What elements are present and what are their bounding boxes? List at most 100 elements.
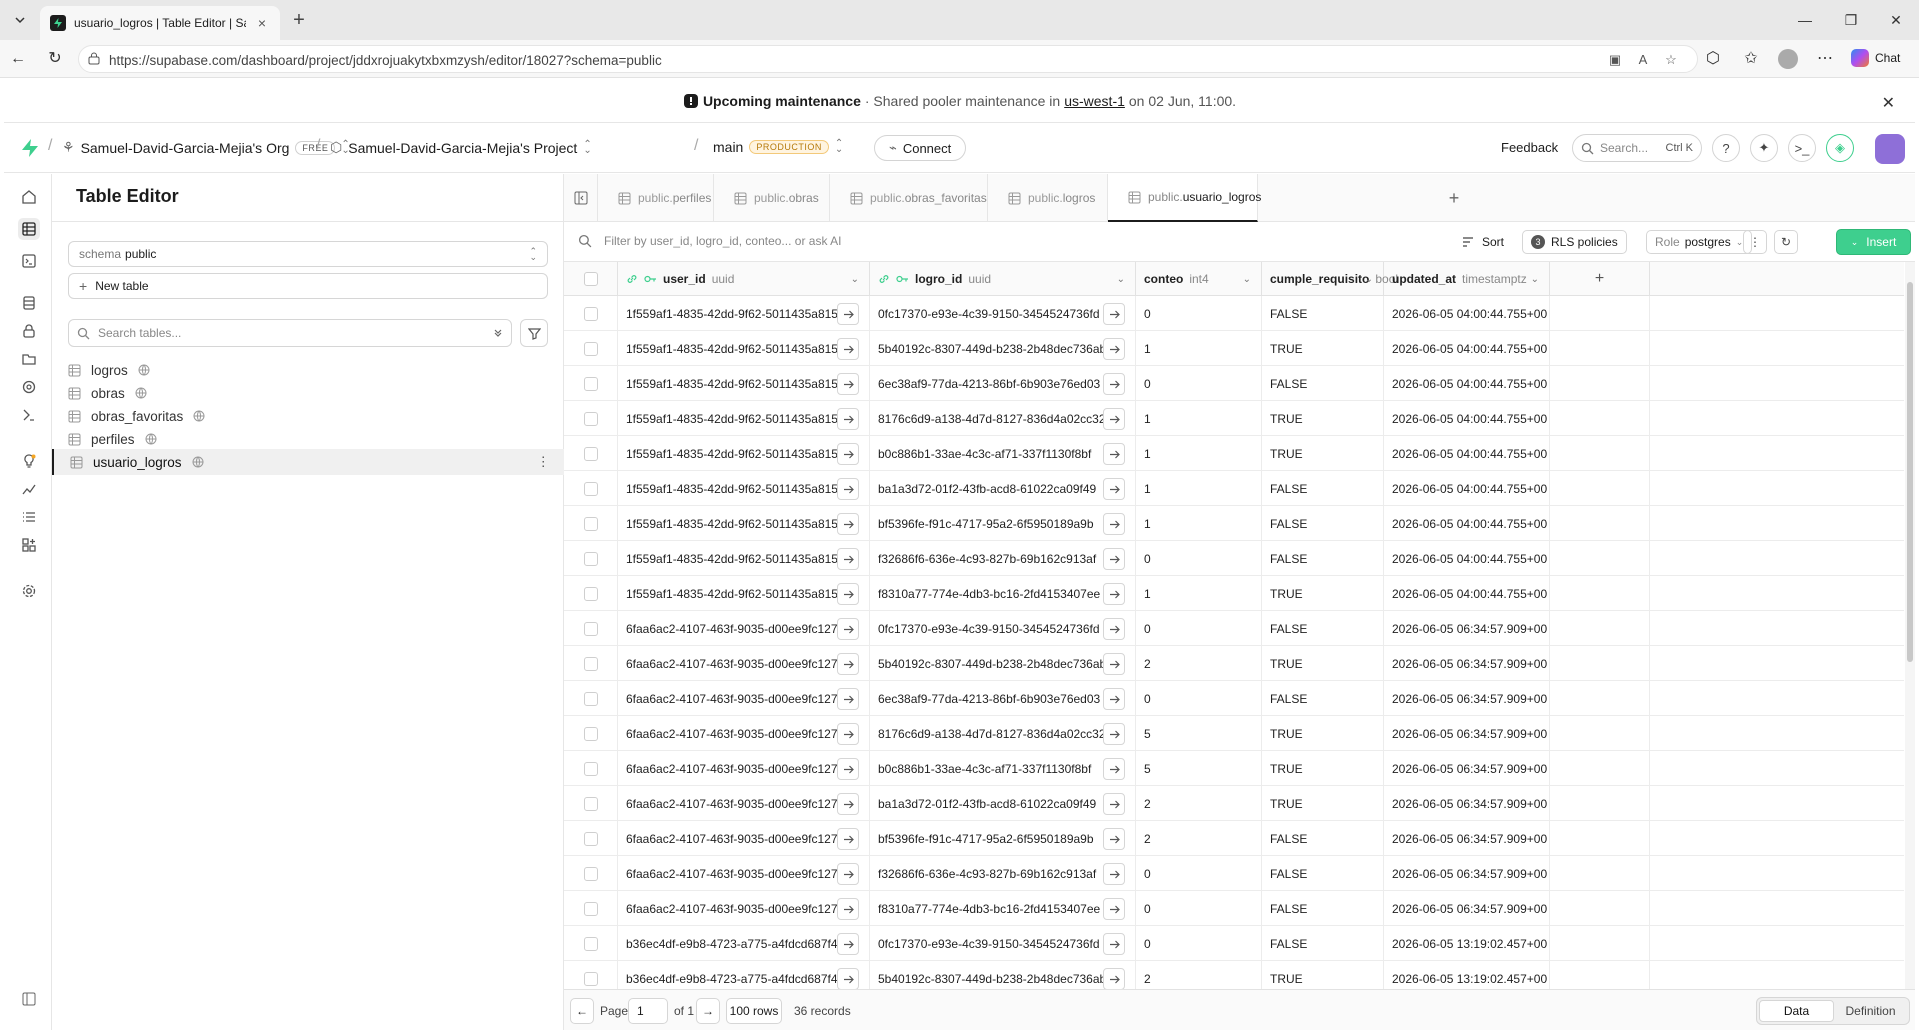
cell-updated_at[interactable]: 2026-06-05 06:34:57.909+00 — [1384, 646, 1550, 681]
arrow-right-icon[interactable] — [837, 618, 859, 640]
cell-user_id[interactable]: 6faa6ac2-4107-463f-9035-d00ee9fc1277 — [618, 821, 870, 856]
cell-logro_id[interactable]: 5b40192c-8307-449d-b238-2b48dec736ab — [870, 331, 1136, 366]
cell-conteo[interactable]: 2 — [1136, 646, 1262, 681]
table-row[interactable]: 1f559af1-4835-42dd-9f62-5011435a815c 6ec3… — [564, 366, 1904, 401]
cell-logro_id[interactable]: f32686f6-636e-4c93-827b-69b162c913af — [870, 856, 1136, 891]
cell-updated_at[interactable]: 2026-06-05 13:19:02.457+00 — [1384, 926, 1550, 961]
arrow-right-icon[interactable] — [1103, 303, 1125, 325]
chevron-down-icon[interactable]: ⌄ — [1365, 274, 1373, 285]
cell-updated_at[interactable]: 2026-06-05 04:00:44.755+00 — [1384, 331, 1550, 366]
arrow-right-icon[interactable] — [837, 758, 859, 780]
cell-logro_id[interactable]: 6ec38af9-77da-4213-86bf-6b903e76ed03 — [870, 681, 1136, 716]
cell-user_id[interactable]: b36ec4df-e9b8-4723-a775-a4fdcd687f4e — [618, 926, 870, 961]
address-bar[interactable]: https://supabase.com/dashboard/project/j… — [78, 45, 1698, 73]
view-data-tab[interactable]: Data — [1759, 1000, 1834, 1022]
arrow-right-icon[interactable] — [837, 513, 859, 535]
storage-icon[interactable] — [18, 348, 40, 370]
cell-conteo[interactable]: 0 — [1136, 611, 1262, 646]
arrow-right-icon[interactable] — [1103, 863, 1125, 885]
row-checkbox[interactable] — [583, 621, 598, 636]
arrow-right-icon[interactable] — [837, 723, 859, 745]
new-tab-icon[interactable]: + — [288, 10, 310, 32]
tab-usuario_logros[interactable]: public.usuario_logros — [1108, 174, 1261, 222]
table-row[interactable]: 1f559af1-4835-42dd-9f62-5011435a815c bf53… — [564, 506, 1904, 541]
arrow-right-icon[interactable] — [837, 933, 859, 955]
vertical-scrollbar[interactable] — [1905, 262, 1915, 989]
cell-conteo[interactable]: 2 — [1136, 961, 1262, 989]
cell-conteo[interactable]: 1 — [1136, 506, 1262, 541]
cell-cumple_requisito[interactable]: TRUE — [1262, 436, 1384, 471]
refresh-icon[interactable]: ↻ — [1774, 230, 1798, 254]
cell-logro_id[interactable]: b0c886b1-33ae-4c3c-af71-337f1130f8bf — [870, 751, 1136, 786]
tab-obras_favoritas[interactable]: public.obras_favoritas — [830, 174, 988, 222]
cell-logro_id[interactable]: f8310a77-774e-4db3-bc16-2fd4153407ee — [870, 891, 1136, 926]
view-definition-tab[interactable]: Definition — [1834, 1000, 1907, 1022]
tab-obras[interactable]: public.obras — [714, 174, 830, 222]
cell-user_id[interactable]: 6faa6ac2-4107-463f-9035-d00ee9fc1277 — [618, 716, 870, 751]
feedback-button[interactable]: Feedback — [1501, 140, 1558, 155]
cell-updated_at[interactable]: 2026-06-05 06:34:57.909+00 — [1384, 786, 1550, 821]
reports-icon[interactable] — [18, 478, 40, 500]
reload-icon[interactable]: ↻ — [45, 49, 65, 69]
cell-cumple_requisito[interactable]: FALSE — [1262, 856, 1384, 891]
role-select[interactable]: Role postgres ⌄ — [1646, 230, 1753, 254]
cell-conteo[interactable]: 5 — [1136, 716, 1262, 751]
integrations-icon[interactable] — [18, 534, 40, 556]
table-row[interactable]: 6faa6ac2-4107-463f-9035-d00ee9fc1277 f831… — [564, 891, 1904, 926]
arrow-right-icon[interactable] — [1103, 793, 1125, 815]
cell-conteo[interactable]: 0 — [1136, 541, 1262, 576]
banner-region-link[interactable]: us-west-1 — [1064, 93, 1125, 109]
arrow-right-icon[interactable] — [1103, 338, 1125, 360]
tab-logros[interactable]: public.logros — [988, 174, 1108, 222]
arrow-right-icon[interactable] — [1103, 723, 1125, 745]
cell-conteo[interactable]: 0 — [1136, 296, 1262, 331]
row-checkbox[interactable] — [583, 306, 598, 321]
row-checkbox[interactable] — [583, 656, 598, 671]
arrow-right-icon[interactable] — [837, 303, 859, 325]
cell-logro_id[interactable]: 6ec38af9-77da-4213-86bf-6b903e76ed03 — [870, 366, 1136, 401]
cell-cumple_requisito[interactable]: TRUE — [1262, 646, 1384, 681]
add-tab-icon[interactable]: + — [1444, 188, 1464, 208]
back-icon[interactable]: ← — [8, 49, 28, 69]
arrow-right-icon[interactable] — [837, 793, 859, 815]
tab-list-icon[interactable] — [8, 8, 32, 32]
cell-cumple_requisito[interactable]: TRUE — [1262, 331, 1384, 366]
rows-per-page-button[interactable]: 100 rows — [726, 998, 782, 1024]
favorites-icon[interactable]: ✩ — [1741, 49, 1761, 69]
home-icon[interactable] — [18, 186, 40, 208]
row-checkbox[interactable] — [583, 691, 598, 706]
project-breadcrumb[interactable]: ⬡ Samuel-David-Garcia-Mejia's Project ⌃ ⌄ — [330, 139, 592, 156]
close-banner-icon[interactable]: ✕ — [1882, 93, 1895, 113]
table-row[interactable]: 1f559af1-4835-42dd-9f62-5011435a815c 5b40… — [564, 331, 1904, 366]
cell-user_id[interactable]: 1f559af1-4835-42dd-9f62-5011435a815c — [618, 506, 870, 541]
cell-cumple_requisito[interactable]: FALSE — [1262, 296, 1384, 331]
cell-user_id[interactable]: 1f559af1-4835-42dd-9f62-5011435a815c — [618, 331, 870, 366]
profile-avatar[interactable] — [1778, 49, 1798, 69]
cell-cumple_requisito[interactable]: FALSE — [1262, 506, 1384, 541]
cell-logro_id[interactable]: ba1a3d72-01f2-43fb-acd8-61022ca09f49 — [870, 471, 1136, 506]
table-row[interactable]: 1f559af1-4835-42dd-9f62-5011435a815c f831… — [564, 576, 1904, 611]
arrow-right-icon[interactable] — [1103, 548, 1125, 570]
chevron-down-icon[interactable]: ⌄ — [1531, 274, 1539, 285]
cell-conteo[interactable]: 1 — [1136, 436, 1262, 471]
table-row[interactable]: b36ec4df-e9b8-4723-a775-a4fdcd687f4e 5b40… — [564, 961, 1904, 989]
cell-user_id[interactable]: b36ec4df-e9b8-4723-a775-a4fdcd687f4e — [618, 961, 870, 989]
cell-conteo[interactable]: 1 — [1136, 331, 1262, 366]
cell-logro_id[interactable]: f8310a77-774e-4db3-bc16-2fd4153407ee — [870, 576, 1136, 611]
cell-logro_id[interactable]: bf5396fe-f91c-4717-95a2-6f5950189a9b — [870, 821, 1136, 856]
more-options-icon[interactable]: ⋮ — [537, 454, 551, 470]
restore-icon[interactable]: ❐ — [1841, 10, 1861, 30]
global-search[interactable]: Search... Ctrl K — [1572, 134, 1702, 162]
arrow-right-icon[interactable] — [837, 688, 859, 710]
split-screen-icon[interactable]: ▣ — [1607, 52, 1623, 68]
sql-editor-icon[interactable] — [18, 250, 40, 272]
arrow-right-icon[interactable] — [837, 373, 859, 395]
more-menu-icon[interactable]: ⋯ — [1815, 49, 1835, 69]
cell-updated_at[interactable]: 2026-06-05 06:34:57.909+00 — [1384, 751, 1550, 786]
row-checkbox[interactable] — [583, 901, 598, 916]
cell-logro_id[interactable]: 0fc17370-e93e-4c39-9150-3454524736fd — [870, 296, 1136, 331]
cell-updated_at[interactable]: 2026-06-05 04:00:44.755+00 — [1384, 436, 1550, 471]
row-checkbox[interactable] — [583, 761, 598, 776]
insert-button[interactable]: ⌄ Insert — [1836, 229, 1911, 255]
table-row[interactable]: 6faa6ac2-4107-463f-9035-d00ee9fc1277 b0c8… — [564, 751, 1904, 786]
